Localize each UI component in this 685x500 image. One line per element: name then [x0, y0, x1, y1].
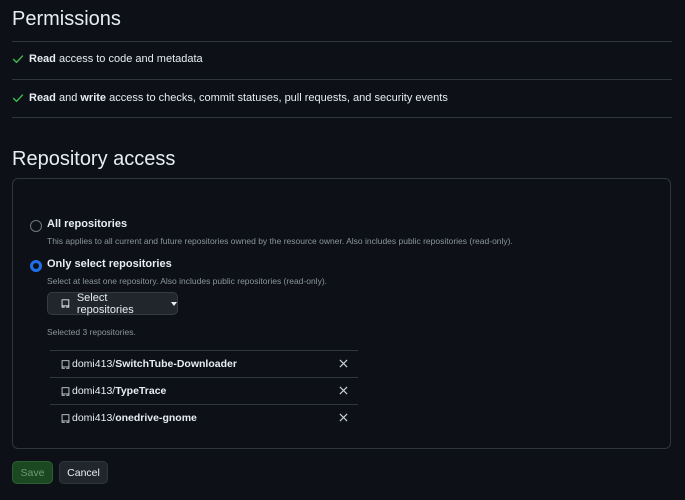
permission-text: access to code and metadata	[55, 53, 203, 65]
repo-name: TypeTrace	[115, 385, 167, 397]
repo-name: onedrive-gnome	[115, 412, 197, 424]
divider	[12, 41, 672, 42]
only-select-repositories-description: Select at least one repository. Also inc…	[47, 276, 328, 286]
repo-icon	[61, 413, 70, 423]
list-item: domi413/SwitchTube-Downloader	[50, 351, 358, 377]
x-icon[interactable]	[339, 386, 348, 395]
caret-down-icon	[171, 301, 177, 306]
divider	[12, 79, 672, 80]
repo-owner: domi413/	[72, 358, 116, 370]
x-icon[interactable]	[339, 359, 348, 368]
select-repositories-button[interactable]: Select repositories	[47, 291, 178, 316]
permission-level: write	[80, 92, 107, 104]
only-select-repositories-radio[interactable]	[30, 260, 42, 272]
permission-item-read-code: Read access to code and metadata	[12, 49, 203, 69]
all-repositories-radio[interactable]	[30, 220, 42, 232]
permission-level: Read	[29, 53, 56, 65]
repo-icon	[61, 359, 70, 369]
divider	[12, 117, 672, 118]
repo-name: SwitchTube-Downloader	[115, 358, 237, 370]
permission-item-read-write-checks: Read and write access to checks, commit …	[12, 88, 448, 108]
selected-repository-list: domi413/SwitchTube-Downloader domi413/Ty…	[50, 350, 358, 431]
check-icon	[12, 55, 24, 64]
select-repositories-label: Select repositories	[76, 291, 134, 316]
list-item: domi413/TypeTrace	[50, 378, 358, 404]
repository-access-heading: Repository access	[12, 148, 176, 170]
x-icon[interactable]	[339, 413, 348, 422]
permission-level: Read	[29, 92, 56, 104]
check-icon	[12, 94, 24, 103]
repo-icon	[61, 299, 70, 308]
only-select-repositories-label[interactable]: Only select repositories	[47, 258, 172, 270]
selected-count: Selected 3 repositories.	[47, 327, 136, 337]
permission-text: and	[55, 92, 81, 104]
repo-owner: domi413/	[72, 412, 116, 424]
permission-text: access to checks, commit statuses, pull …	[106, 92, 448, 104]
repo-owner: domi413/	[72, 385, 116, 397]
list-item: domi413/onedrive-gnome	[50, 405, 358, 431]
permissions-heading: Permissions	[12, 8, 121, 30]
repo-icon	[61, 386, 70, 396]
all-repositories-label[interactable]: All repositories	[47, 218, 127, 230]
cancel-button[interactable]: Cancel	[59, 461, 108, 484]
all-repositories-description: This applies to all current and future r…	[47, 236, 513, 246]
save-button[interactable]: Save	[12, 461, 53, 484]
